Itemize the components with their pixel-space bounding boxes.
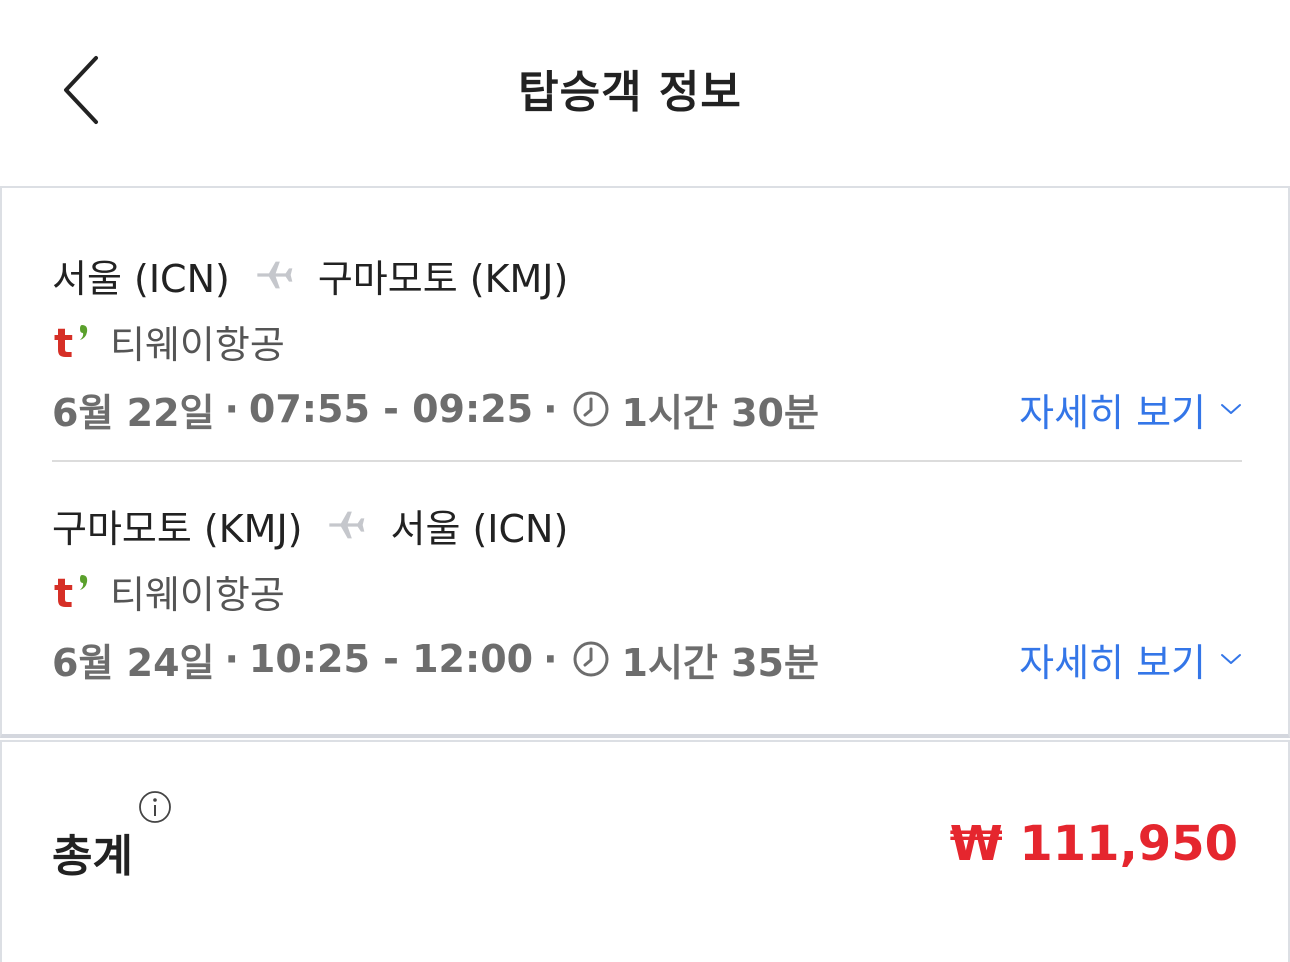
destination: 서울 (ICN) xyxy=(390,506,569,551)
info-icon[interactable] xyxy=(138,790,172,824)
details-toggle[interactable]: 자세히 보기 xyxy=(1019,634,1242,685)
total-price: ₩ 111,950 xyxy=(949,816,1238,872)
flight-segment-outbound: 서울 (ICN) 구마모토 (KMJ) t 티웨이항공 6월 22일 · 07:… xyxy=(52,230,1242,480)
flight-duration: 1시간 35분 xyxy=(621,640,819,685)
flight-date: 6월 24일 xyxy=(52,640,215,685)
tway-logo-icon: t xyxy=(54,321,88,363)
clock-icon xyxy=(573,391,609,427)
segment-divider xyxy=(52,460,1242,462)
svg-text:t: t xyxy=(54,321,73,363)
airline-name: 티웨이항공 xyxy=(110,572,285,617)
app-header: 탑승객 정보 xyxy=(0,0,1290,178)
chevron-down-icon xyxy=(1221,654,1241,664)
itinerary-card: 서울 (ICN) 구마모토 (KMJ) t 티웨이항공 6월 22일 · 07:… xyxy=(0,186,1290,738)
flight-duration: 1시간 30분 xyxy=(621,390,819,435)
flight-time: 07:55 - 09:25 xyxy=(248,387,534,431)
airline-name: 티웨이항공 xyxy=(110,322,285,367)
separator: · xyxy=(224,637,239,681)
airplane-icon xyxy=(329,511,365,539)
route: 구마모토 (KMJ) 서울 (ICN) xyxy=(52,500,569,551)
details-toggle-label: 자세히 보기 xyxy=(1019,640,1206,685)
tway-logo-icon: t xyxy=(54,571,88,613)
flight-time: 10:25 - 12:00 xyxy=(248,637,534,681)
flight-details: 6월 22일 · 07:55 - 09:25 · 1시간 30분 xyxy=(52,384,819,435)
svg-text:t: t xyxy=(54,571,73,613)
chevron-down-icon xyxy=(1221,404,1241,414)
airline: t 티웨이항공 xyxy=(52,316,285,367)
total-card: 총계 ₩ 111,950 xyxy=(0,740,1290,962)
clock-icon xyxy=(573,641,609,677)
route: 서울 (ICN) 구마모토 (KMJ) xyxy=(52,250,569,301)
total-label: 총계 xyxy=(52,831,133,882)
flight-date: 6월 22일 xyxy=(52,390,215,435)
page-title: 탑승객 정보 xyxy=(518,67,742,118)
separator: · xyxy=(543,387,558,431)
origin: 구마모토 (KMJ) xyxy=(52,506,303,551)
separator: · xyxy=(224,387,239,431)
flight-details: 6월 24일 · 10:25 - 12:00 · 1시간 35분 xyxy=(52,634,819,685)
separator: · xyxy=(543,637,558,681)
airline: t 티웨이항공 xyxy=(52,566,285,617)
details-toggle[interactable]: 자세히 보기 xyxy=(1019,384,1242,435)
destination: 구마모토 (KMJ) xyxy=(317,256,569,301)
origin: 서울 (ICN) xyxy=(52,256,230,301)
airplane-icon xyxy=(257,261,293,289)
flight-segment-return: 구마모토 (KMJ) 서울 (ICN) t 티웨이항공 6월 24일 · 10:… xyxy=(52,480,1242,730)
details-toggle-label: 자세히 보기 xyxy=(1019,390,1206,435)
